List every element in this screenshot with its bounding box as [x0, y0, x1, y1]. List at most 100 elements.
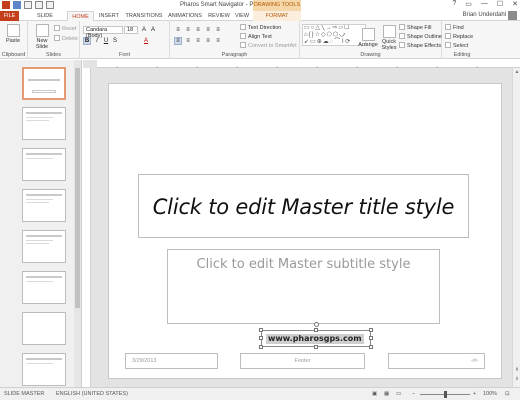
- zoom-level[interactable]: 100%: [483, 391, 497, 397]
- layout-thumbnail[interactable]: [22, 271, 66, 304]
- align-left-icon[interactable]: ≡: [174, 37, 182, 45]
- resize-handle[interactable]: [259, 328, 263, 332]
- delete-button[interactable]: Delete: [54, 35, 78, 42]
- tab-format[interactable]: FORMAT: [253, 11, 301, 21]
- grow-font-icon[interactable]: A: [140, 26, 148, 34]
- website-text-box[interactable]: www.pharosgps.com: [259, 328, 373, 349]
- align-text-button[interactable]: Align Text: [240, 33, 272, 40]
- convert-to-smartart-button[interactable]: Convert to SmartArt: [240, 42, 297, 49]
- footer-text[interactable]: Footer: [241, 354, 364, 368]
- resize-handle[interactable]: [314, 328, 318, 332]
- close-icon[interactable]: ✕: [512, 0, 518, 8]
- font-color-button[interactable]: A: [142, 37, 150, 45]
- tab-transitions[interactable]: TRANSITIONS: [124, 11, 164, 21]
- layout-thumbnail[interactable]: [22, 107, 66, 140]
- align-right-icon[interactable]: ≡: [194, 37, 202, 45]
- slide-number-placeholder[interactable]: ‹#›: [388, 353, 485, 369]
- text-direction-button[interactable]: Text Direction: [240, 24, 281, 31]
- slide-number-text[interactable]: ‹#›: [471, 358, 478, 364]
- line-spacing-icon[interactable]: ≡: [214, 26, 222, 34]
- font-group-label: Font: [118, 52, 130, 58]
- decrease-indent-icon[interactable]: ≡: [194, 26, 202, 34]
- tab-animations[interactable]: ANIMATIONS: [166, 11, 204, 21]
- view-indicator: SLIDE MASTER: [4, 391, 45, 397]
- fit-to-window-icon[interactable]: ⊡: [505, 391, 510, 397]
- normal-view-icon[interactable]: ▣: [372, 391, 377, 397]
- new-slide-button[interactable]: New Slide: [32, 24, 52, 50]
- quick-styles-button[interactable]: Quick Styles: [379, 25, 399, 51]
- website-text[interactable]: www.pharosgps.com: [266, 334, 364, 344]
- justify-icon[interactable]: ≡: [204, 37, 212, 45]
- layout-thumbnail[interactable]: [22, 312, 66, 345]
- find-button[interactable]: Find: [445, 24, 464, 31]
- increase-indent-icon[interactable]: ≡: [204, 26, 212, 34]
- resize-handle[interactable]: [369, 345, 373, 349]
- tab-slide-master[interactable]: SLIDE MASTER: [25, 11, 65, 29]
- columns-icon[interactable]: ≡: [214, 37, 222, 45]
- zoom-in-icon[interactable]: +: [473, 391, 476, 397]
- select-button[interactable]: Select: [445, 42, 468, 49]
- user-avatar[interactable]: [508, 11, 517, 20]
- font-name-combo[interactable]: Candara (Body): [83, 26, 123, 39]
- align-center-icon[interactable]: ≡: [184, 37, 192, 45]
- zoom-slider-knob[interactable]: [444, 391, 447, 398]
- layout-thumbnail[interactable]: [22, 230, 66, 263]
- underline-button[interactable]: U: [102, 37, 110, 45]
- thumbnail-scrollbar[interactable]: [74, 60, 81, 387]
- smartart-label: Convert to SmartArt: [248, 43, 297, 49]
- shape-fill-button[interactable]: Shape Fill: [399, 24, 431, 31]
- resize-handle[interactable]: [369, 328, 373, 332]
- text-shadow-button[interactable]: S: [111, 37, 119, 45]
- help-icon[interactable]: ?: [452, 0, 456, 8]
- subtitle-placeholder[interactable]: Click to edit Master subtitle style: [167, 249, 440, 324]
- footer-placeholder[interactable]: Footer: [240, 353, 365, 369]
- tab-view[interactable]: VIEW: [233, 11, 251, 21]
- resize-handle[interactable]: [369, 336, 373, 340]
- align-text-label: Align Text: [248, 34, 272, 40]
- rotate-handle[interactable]: [314, 322, 319, 327]
- layout-thumbnail[interactable]: [22, 353, 66, 386]
- tab-review[interactable]: REVIEW: [206, 11, 232, 21]
- resize-handle[interactable]: [314, 345, 318, 349]
- date-placeholder[interactable]: 3/29/2013: [125, 353, 218, 369]
- subtitle-text[interactable]: Click to edit Master subtitle style: [168, 250, 439, 272]
- bullets-icon[interactable]: ≡: [174, 26, 182, 34]
- font-size-combo[interactable]: 18: [124, 26, 138, 34]
- language-indicator[interactable]: ENGLISH (UNITED STATES): [56, 391, 128, 397]
- date-text[interactable]: 3/29/2013: [132, 358, 156, 364]
- editor-vertical-scrollbar[interactable]: ▲ ⇞ ⇟: [512, 68, 520, 387]
- layout-thumbnail[interactable]: [22, 148, 66, 181]
- scroll-up-icon[interactable]: ▲: [514, 69, 520, 75]
- resize-handle[interactable]: [259, 336, 263, 340]
- shape-effects-button[interactable]: Shape Effects: [399, 42, 441, 49]
- tab-file[interactable]: FILE: [0, 11, 19, 21]
- paste-button[interactable]: Paste: [4, 24, 22, 44]
- shape-outline-button[interactable]: Shape Outline: [399, 33, 442, 40]
- bold-button[interactable]: B: [83, 37, 91, 45]
- thumbnail-scroll-thumb[interactable]: [75, 68, 80, 308]
- title-text[interactable]: Click to edit Master title style: [139, 175, 468, 239]
- numbering-icon[interactable]: ≡: [184, 26, 192, 34]
- resize-handle[interactable]: [259, 345, 263, 349]
- tab-insert[interactable]: INSERT: [96, 11, 122, 21]
- arrange-button[interactable]: Arrange: [357, 28, 379, 48]
- slide-sorter-icon[interactable]: ▦: [384, 391, 389, 397]
- maximize-icon[interactable]: ☐: [497, 0, 503, 8]
- replace-button[interactable]: Replace: [445, 33, 473, 40]
- slide-master-canvas[interactable]: Click to edit Master title style Click t…: [108, 83, 502, 379]
- slideshow-icon[interactable]: ▭: [396, 391, 401, 397]
- master-thumbnail[interactable]: [22, 67, 66, 100]
- user-name[interactable]: Brian Underdahl: [463, 12, 506, 18]
- next-slide-icon[interactable]: ⇟: [514, 376, 520, 382]
- zoom-out-icon[interactable]: −: [412, 391, 415, 397]
- shrink-font-icon[interactable]: A: [149, 26, 157, 34]
- slide-editing-area: Click to edit Master title style Click t…: [83, 60, 520, 387]
- ribbon-display-options-icon[interactable]: ▭: [465, 0, 472, 8]
- layout-thumbnail[interactable]: [22, 189, 66, 222]
- title-placeholder[interactable]: Click to edit Master title style: [138, 174, 469, 238]
- reset-button[interactable]: Reset: [54, 25, 76, 32]
- clipboard-group-label: Clipboard: [1, 52, 26, 58]
- minimize-icon[interactable]: —: [481, 0, 488, 8]
- previous-slide-icon[interactable]: ⇞: [514, 367, 520, 373]
- italic-button[interactable]: I: [93, 37, 101, 45]
